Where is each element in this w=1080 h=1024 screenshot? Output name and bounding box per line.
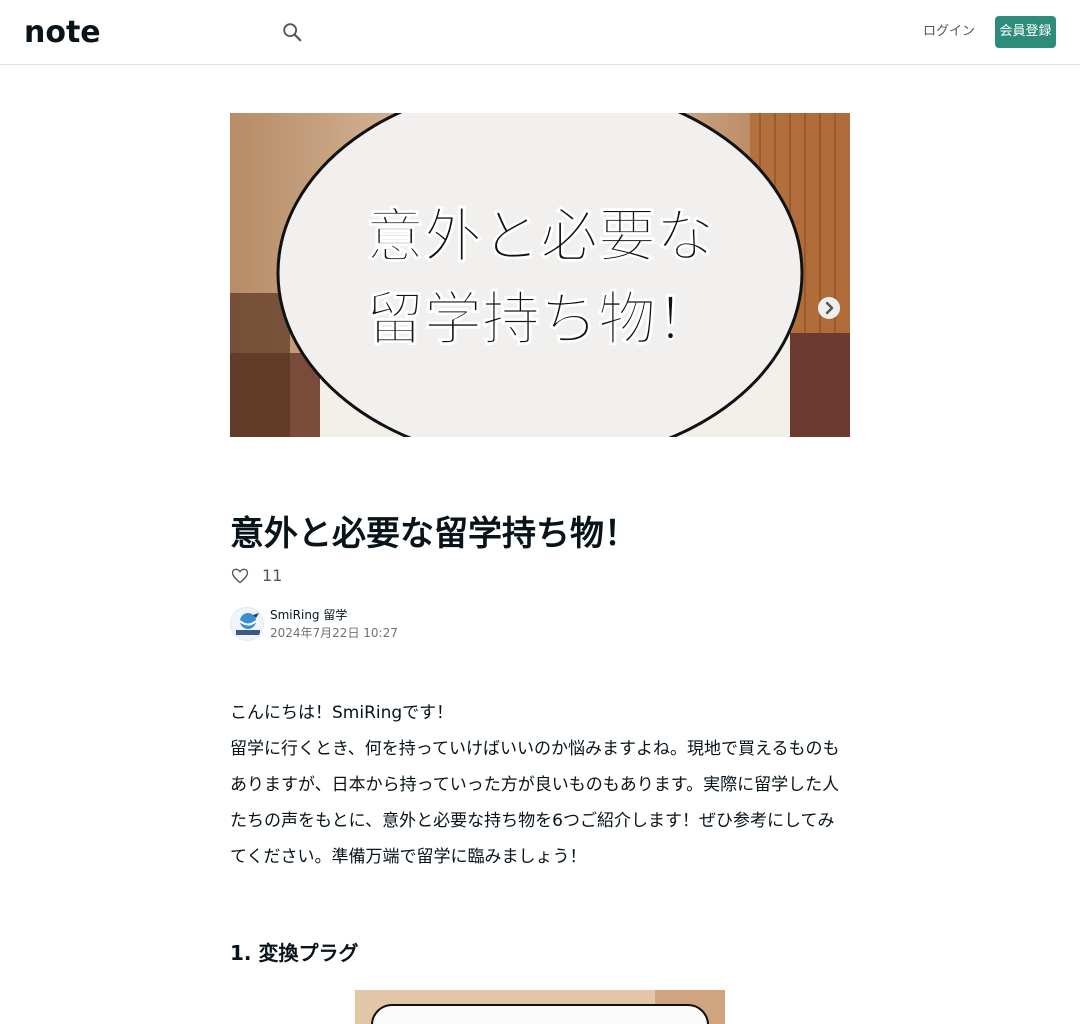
note-logo[interactable]: note [24, 18, 124, 46]
svg-text:意外と必要な: 意外と必要な [366, 202, 714, 270]
section-image [355, 990, 725, 1024]
author-block: SmiRing 留学 2024年7月22日 10:27 [230, 606, 398, 642]
login-link[interactable]: ログイン [918, 16, 980, 48]
svg-text:留学持ち物！: 留学持ち物！ [366, 285, 714, 353]
article-title: 意外と必要な留学持ち物！ [230, 514, 638, 554]
paragraph: こんにちは！SmiRingです！ [230, 703, 454, 723]
chevron-right-icon[interactable] [818, 297, 840, 319]
avatar[interactable] [230, 607, 264, 641]
author-name[interactable]: SmiRing 留学 [270, 606, 398, 624]
hero-caption: 意外と必要な 留学持ち物！ [365, 202, 714, 354]
like-count: 11 [262, 566, 283, 585]
heart-icon[interactable] [230, 566, 250, 586]
hero-image: 意外と必要な 留学持ち物！ [230, 113, 850, 437]
smiring-logo [236, 613, 260, 635]
signup-button[interactable]: 会員登録 [995, 16, 1056, 48]
post-date: 2024年7月22日 10:27 [270, 626, 398, 640]
article-body: こんにちは！SmiRingです！ 留学に行くとき、何を持っていけばいいのか悩みま… [230, 695, 850, 875]
section-image-graphic [355, 990, 725, 1024]
section-heading: 1. 変換プラグ [230, 941, 359, 965]
search-icon[interactable] [281, 21, 303, 43]
site-header: note ログイン 会員登録 [0, 0, 1080, 65]
svg-text:note: note [24, 18, 101, 46]
like-button[interactable]: 11 [230, 566, 282, 586]
paragraph: 留学に行くとき、何を持っていけばいいのか悩みますよね。現地で買えるものもあります… [230, 739, 840, 867]
